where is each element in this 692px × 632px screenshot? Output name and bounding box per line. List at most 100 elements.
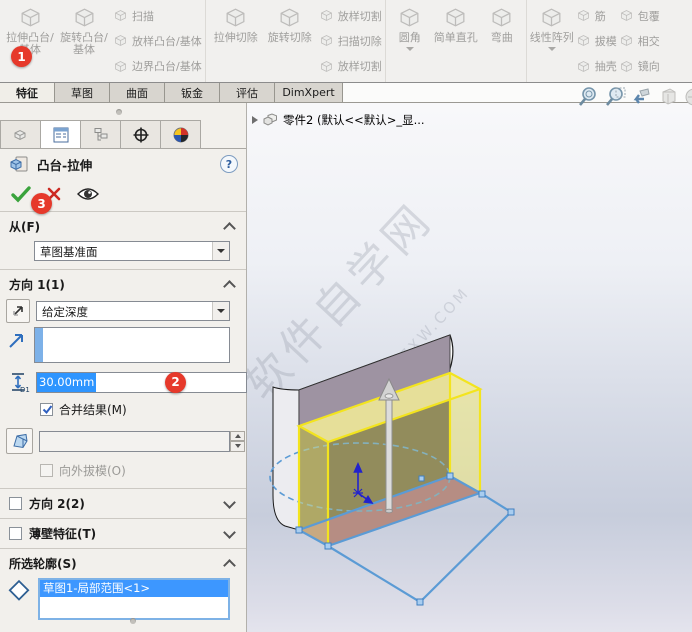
extruded-boss-button[interactable]: 拉伸凸台/基体 1 (3, 0, 57, 82)
tree-expand-icon[interactable] (252, 116, 258, 124)
shell-button[interactable]: 抽壳 (574, 54, 617, 78)
extruded-cut-icon (223, 5, 248, 30)
depth-input[interactable]: 30.00mm (36, 371, 262, 393)
graphics-viewport[interactable]: 零件2 (默认<<默认>_显... 软件自学网 WWW.RJZXW.COM (247, 103, 692, 632)
direction-reference-box[interactable] (34, 327, 230, 363)
boundary-boss-button[interactable]: 边界凸台/基体 (111, 54, 202, 78)
direction2-section-header[interactable]: 方向 2(2) (0, 491, 246, 516)
zoom-fit-icon[interactable] (576, 85, 600, 109)
tab-dimxpert[interactable]: DimXpert (275, 83, 343, 102)
ribbon-item-label: 线性阵列 (529, 31, 574, 44)
merge-result-label: 合并结果(M) (59, 403, 127, 417)
feature-manager-tab[interactable] (0, 120, 41, 148)
combo-arrow-icon[interactable] (212, 302, 229, 320)
zoom-area-icon[interactable] (603, 85, 627, 109)
ribbon-item-label: 放样凸台/基体 (132, 34, 202, 48)
combo-arrow-icon[interactable] (212, 242, 229, 260)
from-condition-select[interactable]: 草图基准面 (34, 241, 230, 261)
merge-result-checkbox[interactable] (40, 403, 53, 416)
sweep-button[interactable]: 扫描 (111, 4, 202, 28)
lofted-cut-button[interactable]: 放样切割 (317, 4, 382, 28)
selected-contours-section-header[interactable]: 所选轮廓(S) (0, 551, 246, 576)
selection-stripe (35, 328, 43, 362)
ribbon-item-label: 放样切割 (337, 9, 382, 23)
draft-button[interactable]: 拔模 (574, 29, 617, 53)
mirror-button[interactable]: 镜向 (617, 54, 660, 78)
step-badge-3: 3 (31, 193, 52, 214)
swept-cut-button[interactable]: 扫描切除 (317, 29, 382, 53)
linear-pattern-button[interactable]: 线性阵列 (530, 0, 574, 82)
tab-surfaces[interactable]: 曲面 (110, 83, 165, 102)
panel-splitter[interactable] (0, 103, 246, 120)
revolved-boss-button[interactable]: 旋转凸台/基体 (57, 0, 111, 82)
lofted-boss-button[interactable]: 放样凸台/基体 (111, 29, 202, 53)
end-condition-value: 给定深度 (42, 305, 88, 319)
rib-button[interactable]: 筋 (574, 4, 617, 28)
display-manager-tab[interactable] (160, 120, 201, 148)
ok-button[interactable] (10, 184, 32, 204)
heads-up-view-toolbar (576, 85, 692, 110)
pattern-features-group: 线性阵列 筋 拔模 抽壳 包覆 相交 镜向 (527, 0, 663, 82)
wrap-button[interactable]: 包覆 (617, 4, 660, 28)
simple-hole-button[interactable]: 简单直孔 (431, 0, 481, 82)
previous-view-icon[interactable] (630, 85, 654, 109)
ribbon-item-label: 抽壳 (594, 60, 617, 74)
shell-icon (576, 59, 591, 74)
reverse-direction-button[interactable] (6, 299, 30, 323)
modify-features-group: 圆角 简单直孔 弯曲 (386, 0, 527, 82)
contour-list-empty-row[interactable] (40, 597, 228, 614)
tab-sketch[interactable]: 草图 (55, 83, 110, 102)
thin-feature-checkbox[interactable] (9, 527, 22, 540)
ribbon-item-label: 筋 (594, 9, 606, 23)
rib-small-column: 筋 拔模 抽壳 (574, 0, 617, 82)
contour-list-item[interactable]: 草图1-局部范围<1> (40, 580, 228, 597)
preview-eye-icon[interactable] (76, 186, 100, 202)
tab-evaluate[interactable]: 评估 (220, 83, 275, 102)
configuration-manager-tab[interactable] (80, 120, 121, 148)
linear-pattern-dropdown-caret[interactable] (547, 47, 556, 51)
from-condition-value: 草图基准面 (40, 245, 98, 259)
help-icon[interactable]: ? (220, 155, 238, 173)
draft-angle-spinner[interactable] (230, 430, 245, 452)
direction1-section-header[interactable]: 方向 1(1) (0, 272, 246, 297)
view-orientation-icon[interactable] (684, 85, 692, 109)
thin-feature-section-header[interactable]: 薄壁特征(T) (0, 521, 246, 546)
chevron-up-icon (223, 222, 236, 235)
feature-manager-icon (14, 129, 25, 140)
extruded-cut-button[interactable]: 拉伸切除 (209, 0, 263, 82)
feature-tree-overlay: 零件2 (默认<<默认>_显... (252, 112, 425, 128)
section-label: 薄壁特征(T) (29, 527, 97, 541)
fillet-dropdown-caret[interactable] (405, 47, 414, 51)
chevron-down-icon (223, 526, 236, 539)
fillet-button[interactable]: 圆角 (389, 0, 431, 82)
tab-features[interactable]: 特征 (0, 83, 55, 102)
model-scene: 软件自学网 WWW.RJZXW.COM (247, 193, 515, 606)
flex-button[interactable]: 弯曲 (481, 0, 523, 82)
revolved-boss-icon (72, 5, 97, 30)
draft-onoff-button[interactable] (6, 428, 33, 454)
panel-bottom-splitter-dot[interactable] (130, 618, 136, 624)
rib-icon (576, 8, 591, 23)
tree-item-label[interactable]: 零件2 (默认<<默认>_显... (283, 112, 425, 128)
direction2-checkbox[interactable] (9, 497, 22, 510)
d1-label: D1 (20, 386, 30, 393)
intersect-button[interactable]: 相交 (617, 29, 660, 53)
end-condition-select[interactable]: 给定深度 (36, 301, 230, 321)
wrap-small-column: 包覆 相交 镜向 (617, 0, 660, 82)
property-manager-icon (53, 127, 68, 142)
contour-select-icon (8, 579, 30, 601)
lofted-cut-button-2[interactable]: 放样切割 (317, 54, 382, 78)
from-section-header[interactable]: 从(F) (0, 214, 246, 239)
revolved-cut-button[interactable]: 旋转切除 (263, 0, 317, 82)
section-view-icon[interactable] (657, 85, 681, 109)
ribbon-item-label: 包覆 (637, 9, 660, 23)
boss-extrude-icon (10, 156, 28, 172)
dimxpert-manager-tab[interactable] (120, 120, 161, 148)
fillet-icon (397, 5, 422, 30)
tab-sheet-metal[interactable]: 钣金 (165, 83, 220, 102)
selected-contours-list[interactable]: 草图1-局部范围<1> (38, 578, 230, 620)
cut-features-group: 拉伸切除 旋转切除 放样切割 扫描切除 放样切割 (206, 0, 386, 82)
simple-hole-icon (443, 5, 468, 30)
ribbon-item-label: 弯曲 (490, 31, 513, 44)
property-manager-tab[interactable] (40, 120, 81, 148)
